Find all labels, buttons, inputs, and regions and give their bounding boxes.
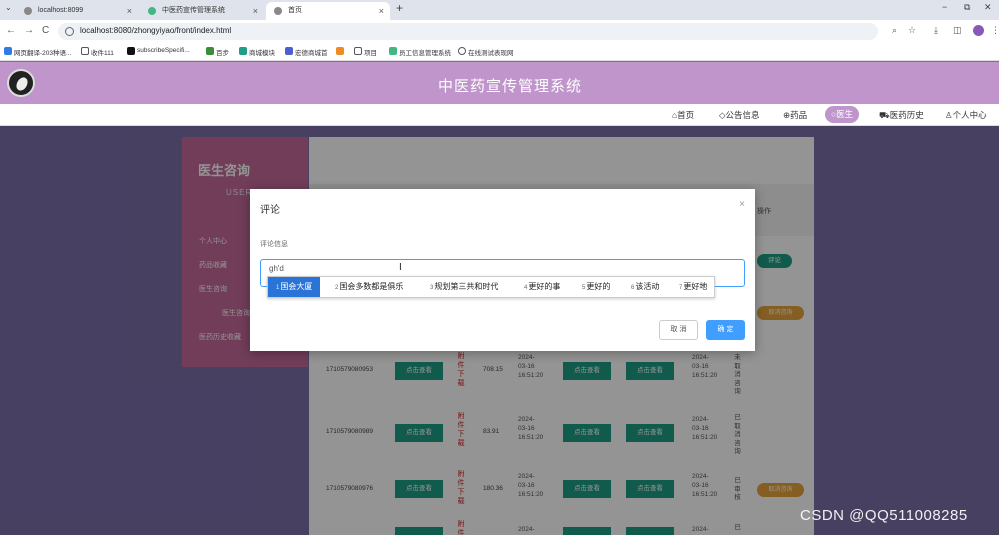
reload-button[interactable]: C — [42, 25, 49, 36]
minimize-button[interactable]: − — [942, 2, 947, 12]
site-title: 中医药宣传管理系统 — [437, 78, 582, 95]
nav-home[interactable]: ⌂首页 — [672, 109, 694, 121]
dialog-title: 评论 — [260, 205, 280, 216]
csdn-watermark: CSDN @QQ511008285 — [800, 507, 968, 524]
address-bar-row: ← → C localhost:8080/zhongyiyao/front/in… — [0, 20, 999, 43]
site-info-icon[interactable] — [65, 27, 74, 36]
bookmark-item[interactable]: 网页翻译-203种语... — [4, 47, 71, 57]
forward-button[interactable]: → — [24, 25, 34, 36]
ime-candidate[interactable]: 5更好的 — [582, 277, 610, 297]
bookmark-item[interactable]: 宏德商城首 — [285, 47, 328, 57]
tab-home[interactable]: 首页 × — [266, 2, 390, 20]
tab-label: 中医药宣传管理系统 — [162, 7, 225, 14]
bookmark-item[interactable]: 员工信息管理系统 — [389, 47, 451, 57]
star-icon[interactable]: ☆ — [908, 25, 916, 36]
bookmark-item[interactable]: 百步 — [206, 47, 229, 57]
download-icon[interactable]: ⤓ — [934, 25, 938, 36]
ime-candidate[interactable]: 4更好的事 — [524, 277, 560, 297]
nav-medicine[interactable]: ⊕药品 — [783, 109, 807, 121]
tab-label: 首页 — [288, 7, 302, 14]
site-nav: ⌂首页 ◇公告信息 ⊕药品 ○医生 ⛟医药历史 ♙个人中心 — [0, 104, 999, 126]
typed-text: gh'd — [269, 264, 284, 273]
user-icon: ♙ — [945, 110, 953, 120]
translate-icon[interactable]: ⌕ — [892, 25, 897, 36]
car-icon: ⛟ — [879, 110, 890, 120]
ime-candidate[interactable]: 2国会多数都是俱乐 — [335, 277, 403, 297]
nav-doctor[interactable]: ○医生 — [825, 106, 860, 123]
bookmark-item[interactable]: 在线测试表现网 — [458, 47, 514, 57]
bookmark-item[interactable]: 项目 — [354, 47, 377, 57]
vue-icon — [148, 7, 156, 15]
close-window-button[interactable]: ✕ — [984, 2, 992, 13]
nav-history[interactable]: ⛟医药历史 — [879, 109, 924, 122]
tab-localhost[interactable]: localhost:8099 × — [16, 2, 138, 20]
ime-candidate[interactable]: 3规划第三共和时代 — [430, 277, 498, 297]
comment-label: 评论信息 — [260, 241, 288, 248]
confirm-button[interactable]: 确 定 — [706, 320, 745, 340]
text-cursor-icon: I — [399, 262, 402, 273]
cancel-button[interactable]: 取 消 — [659, 320, 698, 340]
url-text: localhost:8080/zhongyiyao/front/index.ht… — [80, 26, 232, 35]
tab-search-icon[interactable]: ⌄ — [5, 3, 12, 12]
menu-icon[interactable]: ⋮ — [991, 25, 999, 36]
ime-candidate-bar: 1国会大厦 2国会多数都是俱乐 3规划第三共和时代 4更好的事 5更好的 6该活… — [267, 276, 715, 298]
close-icon[interactable]: × — [127, 2, 132, 20]
globe-icon — [274, 7, 282, 15]
bookmarks-bar: 网页翻译-203种语... 收件111 subscribeSpecifi... … — [0, 43, 999, 61]
close-icon[interactable]: × — [253, 2, 258, 20]
restore-button[interactable]: ⧉ — [964, 2, 970, 13]
bookmark-item[interactable]: 收件111 — [81, 47, 114, 57]
close-icon[interactable]: × — [739, 199, 745, 210]
profile-avatar[interactable] — [973, 25, 984, 36]
omnibox[interactable]: localhost:8080/zhongyiyao/front/index.ht… — [58, 23, 878, 40]
nav-profile[interactable]: ♙个人中心 — [945, 109, 987, 121]
bookmark-item[interactable]: subscribeSpecifi... — [127, 47, 190, 55]
sidepanel-icon[interactable]: ◫ — [953, 25, 962, 36]
browser-tab-bar: ⌄ localhost:8099 × 中医药宣传管理系统 × 首页 × + − … — [0, 0, 999, 20]
bookmark-item[interactable]: 商城模块 — [239, 47, 275, 57]
tab-label: localhost:8099 — [38, 7, 84, 14]
new-tab-button[interactable]: + — [396, 1, 403, 15]
tab-admin[interactable]: 中医药宣传管理系统 × — [140, 2, 264, 20]
back-button[interactable]: ← — [6, 25, 16, 36]
close-icon[interactable]: × — [379, 2, 384, 20]
globe-icon — [24, 7, 32, 15]
ime-candidate[interactable]: 7更好地 — [679, 277, 707, 297]
ime-candidate[interactable]: 1国会大厦 — [268, 277, 321, 297]
ime-candidate[interactable]: 6该活动 — [631, 277, 659, 297]
nav-notice[interactable]: ◇公告信息 — [719, 109, 760, 121]
